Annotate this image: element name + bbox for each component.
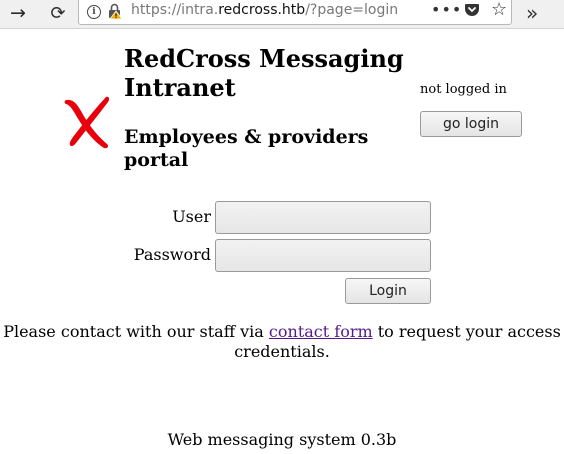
- password-label: Password: [133, 245, 211, 264]
- login-status: not logged in: [420, 82, 507, 97]
- password-input[interactable]: [215, 239, 431, 272]
- page-title: RedCross Messaging Intranet: [124, 44, 404, 102]
- user-label: User: [172, 207, 211, 226]
- contact-text-before: Please contact with our staff via: [3, 322, 269, 341]
- page-subtitle: Employees & providers portal: [124, 126, 369, 171]
- reload-icon[interactable]: ⟳: [46, 0, 70, 26]
- footer-version: Web messaging system 0.3b: [167, 430, 397, 449]
- url-host: redcross.htb: [218, 2, 306, 18]
- url-suffix: /?page=login: [305, 2, 399, 18]
- redcross-logo: [64, 96, 110, 149]
- contact-form-link[interactable]: contact form: [269, 322, 373, 341]
- page-actions-icon[interactable]: •••: [431, 0, 462, 19]
- overflow-chevrons-icon[interactable]: »: [526, 1, 538, 25]
- star-icon[interactable]: ☆: [491, 0, 507, 20]
- contact-message: Please contact with our staff via contac…: [0, 322, 564, 362]
- user-input[interactable]: [215, 201, 431, 234]
- url-prefix: https://intra.: [131, 2, 219, 18]
- info-icon[interactable]: i: [87, 5, 101, 19]
- browser-toolbar: → ⟳ i https://intra.redcross.htb/?page=l…: [0, 0, 564, 29]
- insecure-lock-icon[interactable]: [107, 2, 123, 20]
- login-button[interactable]: Login: [345, 278, 431, 304]
- address-bar[interactable]: i https://intra.redcross.htb/?page=login…: [78, 0, 512, 25]
- arrow-right-icon[interactable]: →: [6, 0, 30, 26]
- go-login-button[interactable]: go login: [420, 111, 522, 137]
- url-text[interactable]: https://intra.redcross.htb/?page=login: [131, 2, 398, 18]
- pocket-icon[interactable]: [464, 2, 480, 18]
